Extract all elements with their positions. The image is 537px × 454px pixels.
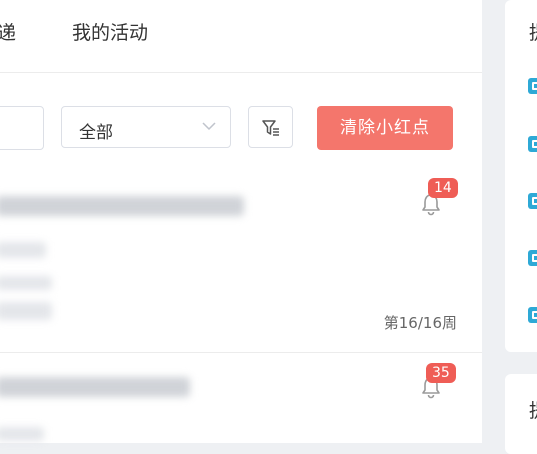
filter-button[interactable] [248,106,293,148]
blurred-text [0,302,52,320]
status-select[interactable]: 全部 [61,106,231,148]
tab-my-activity[interactable]: 我的活动 [72,18,148,45]
activity-card[interactable]: 35 [0,353,482,443]
filter-icon [262,120,279,136]
panel-heading: 提 [529,18,537,45]
tab-partial[interactable]: 递 [0,18,16,45]
blurred-text [0,276,52,290]
tab-bar: 递 我的活动 [0,0,482,73]
right-side-panel: 提 [505,0,537,352]
search-input[interactable] [0,106,44,150]
clear-red-dots-button[interactable]: 清除小红点 [317,106,453,150]
blurred-text [0,427,44,441]
list-item-icon[interactable] [528,193,537,209]
panel-heading: 提 [529,396,537,423]
right-side-panel-2: 提 [505,374,537,454]
notification-badge: 35 [426,363,456,383]
select-value: 全部 [79,123,113,143]
list-item-icon[interactable] [528,78,537,94]
list-item-icon[interactable] [528,250,537,266]
blurred-title [0,377,190,397]
chevron-down-icon [202,122,216,131]
list-item-icon[interactable] [528,136,537,152]
main-panel: 递 我的活动 全部 清除小红点 14 第16/16周 35 [0,0,482,443]
notification-badge: 14 [428,178,458,198]
activity-card[interactable]: 14 第16/16周 [0,166,482,353]
blurred-text [0,242,46,258]
list-item-icon[interactable] [528,307,537,323]
week-label: 第16/16周 [383,314,457,332]
blurred-title [0,196,244,216]
